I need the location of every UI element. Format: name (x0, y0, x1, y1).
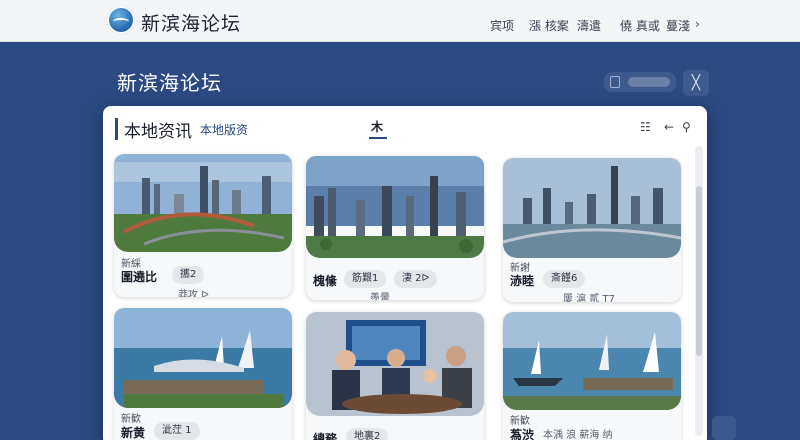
nav-item-5[interactable]: 蔓淺 (666, 17, 690, 34)
news-card-title[interactable]: 圍遶比 (121, 268, 157, 285)
nav-more-chevron-icon[interactable]: › (695, 17, 700, 31)
news-card-meta: 莽攻 ᐅ (178, 290, 209, 297)
panel-title: 本地资讯 (124, 122, 192, 142)
banner-title: 新滨海论坛 (117, 71, 222, 95)
document-icon (610, 76, 620, 88)
tab-active-indicator (369, 137, 387, 139)
news-card-title[interactable]: 槐絛 (313, 272, 337, 289)
news-card[interactable]: 新謝 浾睦 斎饉6 屢 滬 貳 Т7 (503, 158, 681, 302)
news-card-title[interactable]: 浾睦 (510, 272, 534, 289)
tab-center[interactable]: 木 (371, 118, 383, 135)
news-card[interactable]: 新綵 圍遶比 攜2 莽攻 ᐅ (114, 154, 292, 297)
panel-accent-bar (115, 118, 118, 140)
banner-pill-bar (628, 77, 670, 87)
news-card-image[interactable] (306, 156, 484, 258)
news-card-meta: 羨暈 (370, 293, 390, 300)
news-card-chip[interactable]: 筋艱1 (344, 270, 387, 288)
news-card-title[interactable]: 新黄 (121, 424, 145, 440)
news-card-image[interactable] (503, 312, 681, 410)
panel-scrollbar[interactable] (695, 146, 703, 436)
site-name[interactable]: 新滨海论坛 (141, 9, 241, 36)
list-view-icon[interactable]: ☷ (640, 120, 651, 134)
scrollbar-thumb[interactable] (696, 186, 702, 356)
news-card-image[interactable] (114, 308, 292, 408)
top-navigation-bar: 新滨海论坛 宾项 漲 核案 濤遣 僥 真或 蔓淺 › (0, 0, 800, 42)
news-card[interactable]: 總務 地裏2 (306, 312, 484, 440)
news-card-tag: 新歓 (121, 414, 141, 425)
site-logo-icon[interactable] (107, 6, 135, 34)
corner-widget[interactable] (712, 416, 736, 440)
news-card-image[interactable] (306, 312, 484, 416)
news-card[interactable]: 新歓 新黄 泚茳 1 (114, 308, 292, 440)
back-arrow-icon[interactable]: ← (664, 120, 674, 134)
nav-item-3[interactable]: 濤遣 (577, 17, 601, 34)
close-icon[interactable]: ╳ (683, 70, 709, 96)
news-card-chip[interactable]: 斎饉6 (543, 270, 586, 288)
news-card-image[interactable] (503, 158, 681, 258)
news-card-chip[interactable]: 攜2 (172, 266, 205, 284)
news-card-chip[interactable]: 地裏2 (346, 428, 389, 440)
news-card-title[interactable]: 蒍渋 (510, 426, 534, 440)
news-card[interactable]: 新歓 蒍渋 本渪 浪 薪海 纳 (503, 312, 681, 440)
nav-item-2[interactable]: 漲 核案 (529, 17, 569, 34)
news-card-meta: 屢 滬 貳 Т7 (563, 294, 616, 302)
news-card-tag: 新歓 (510, 416, 530, 427)
news-card-desc: 本渪 浪 薪海 纳 (543, 430, 613, 440)
search-icon[interactable]: ⚲ (682, 120, 691, 134)
news-card-chip[interactable]: 泚茳 1 (154, 422, 200, 440)
nav-item-1[interactable]: 宾项 (490, 17, 514, 34)
panel-subtitle-link[interactable]: 本地版资 (200, 121, 248, 138)
news-card-chip-2[interactable]: 淒 2ᐅ (394, 270, 438, 288)
local-news-panel: 本地资讯 本地版资 木 ☷ ← ⚲ 新綵 圍遶比 攜2 莽攻 ᐅ 槐絛 筋艱1 … (103, 106, 707, 440)
news-card[interactable]: 槐絛 筋艱1 淒 2ᐅ 羨暈 (306, 156, 484, 300)
banner-search-pill[interactable] (604, 72, 676, 92)
nav-item-4[interactable]: 僥 真或 (620, 17, 660, 34)
news-card-title[interactable]: 總務 (313, 430, 337, 440)
news-card-image[interactable] (114, 154, 292, 252)
